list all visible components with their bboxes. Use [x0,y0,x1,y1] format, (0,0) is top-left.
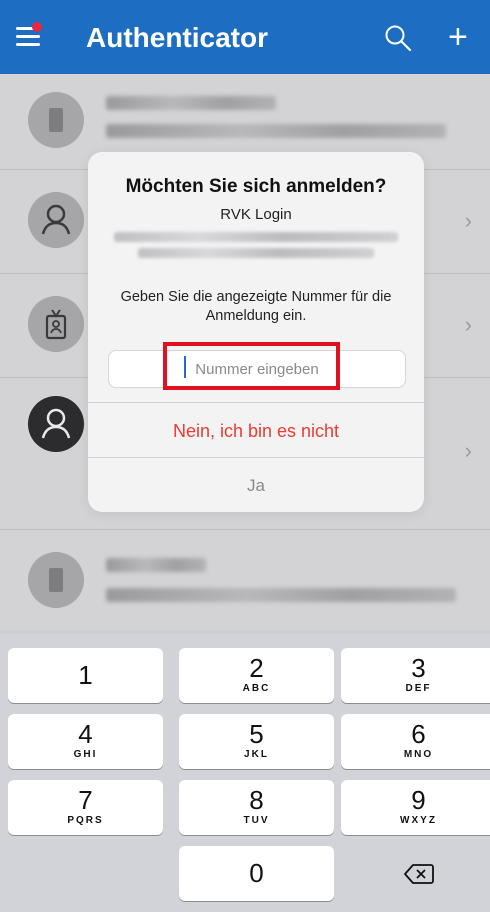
backspace-key[interactable] [341,846,490,901]
number-input-field[interactable] [108,350,406,388]
search-icon[interactable] [384,24,412,52]
backspace-icon [403,863,434,884]
chevron-right-icon: › [464,208,472,233]
key-5[interactable]: 5 JKL [179,714,334,769]
page-title: Authenticator [86,22,268,53]
key-3[interactable]: 3 DEF [341,648,490,703]
key-7[interactable]: 7 PQRS [8,780,163,835]
chevron-right-icon: › [464,438,472,463]
key-6[interactable]: 6 MNO [341,714,490,769]
chevron-right-icon: › [464,312,472,337]
key-4[interactable]: 4 GHI [8,714,163,769]
approve-button[interactable]: Ja [88,459,424,512]
notification-badge [32,22,42,32]
plus-icon[interactable]: + [448,20,468,54]
list-item[interactable] [0,530,490,630]
key-9[interactable]: 9 WXYZ [341,780,490,835]
key-0[interactable]: 0 [179,846,334,901]
person-icon [28,396,84,452]
deny-button[interactable]: Nein, ich bin es nicht [88,404,424,458]
key-8[interactable]: 8 TUV [179,780,334,835]
key-1[interactable]: 1 [8,648,163,703]
dialog-subtitle: RVK Login [220,206,292,223]
text-caret [184,356,186,378]
divider [88,457,424,458]
dialog-title: Möchten Sie sich anmelden? [125,176,387,197]
menu-icon[interactable] [16,22,42,48]
divider [88,402,424,403]
app-header: Authenticator + [0,0,490,74]
building-icon [28,92,84,148]
person-icon [28,192,84,248]
sign-in-dialog: Möchten Sie sich anmelden? RVK Login Geb… [88,152,424,512]
badge-icon [28,296,84,352]
numeric-keypad: 1 2 ABC 3 DEF 4 GHI 5 JKL 6 MNO 7 PQRS 8… [0,634,490,912]
number-input[interactable] [109,351,405,387]
key-2[interactable]: 2 ABC [179,648,334,703]
building-icon [28,552,84,608]
dialog-message: Geben Sie die angezeigte Nummer für die … [120,289,392,324]
